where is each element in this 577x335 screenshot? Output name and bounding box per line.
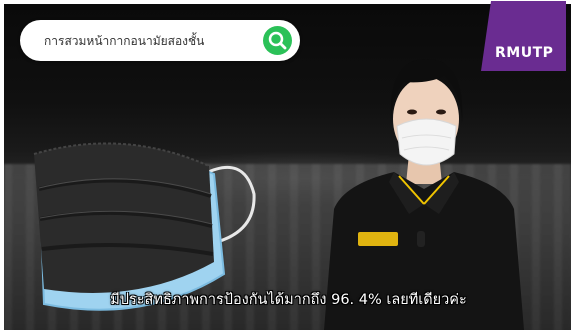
- video-subtitle: มีประสิทธิภาพการป้องกันได้มากถึง 96. 4% …: [110, 292, 467, 308]
- logo-text: RMUTP: [495, 45, 554, 61]
- search-button[interactable]: [263, 26, 292, 55]
- rmutp-logo: RMUTP: [481, 1, 566, 71]
- search-bar[interactable]: การสวมหน้ากากอนามัยสองชั้น: [20, 20, 300, 61]
- search-query-text: การสวมหน้ากากอนามัยสองชั้น: [44, 34, 205, 48]
- search-icon: [268, 31, 287, 50]
